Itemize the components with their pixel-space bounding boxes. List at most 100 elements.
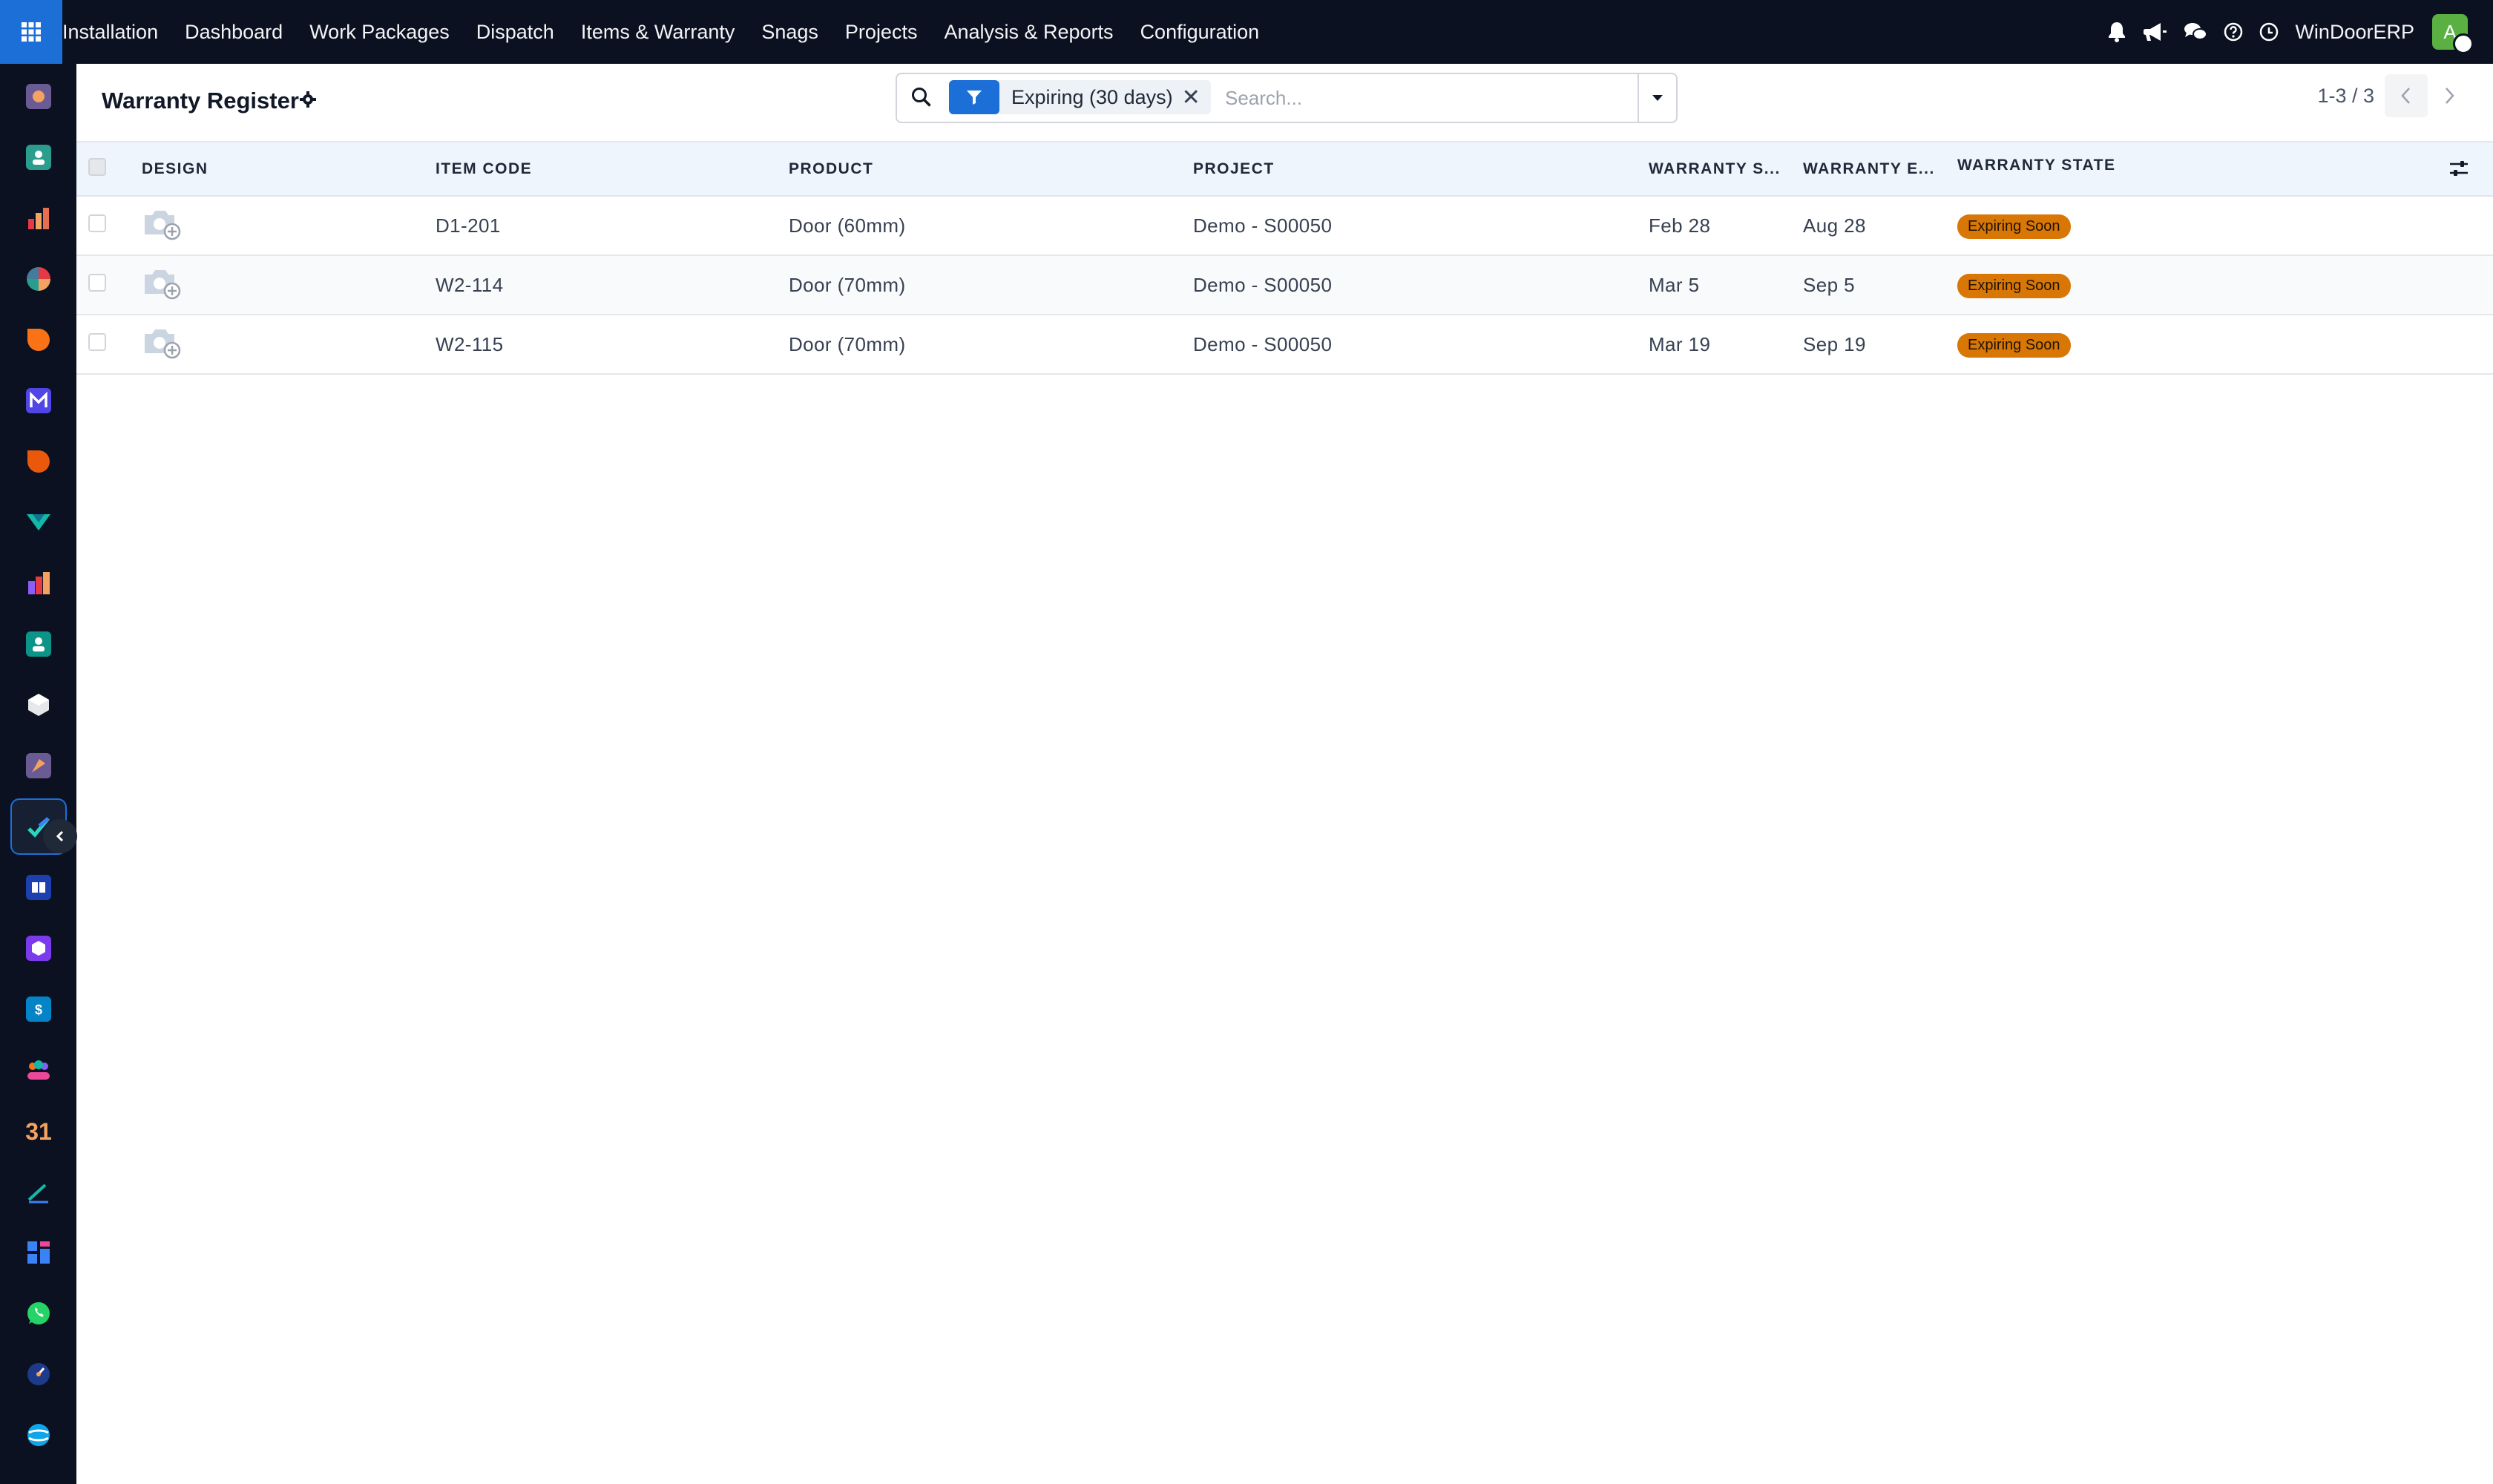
app-sidebar: $ 31 bbox=[0, 64, 77, 1484]
menu-dispatch[interactable]: Dispatch bbox=[476, 21, 554, 44]
column-header-warranty-start[interactable]: Warranty S... bbox=[1649, 142, 1803, 197]
row-select-cell bbox=[76, 315, 142, 375]
app-icon-6 bbox=[26, 388, 51, 413]
svg-text:$: $ bbox=[35, 1002, 42, 1017]
app-4[interactable] bbox=[10, 251, 67, 307]
row-select-cell bbox=[76, 196, 142, 256]
pager-previous-button[interactable] bbox=[2385, 74, 2428, 117]
app-3[interactable] bbox=[10, 190, 67, 246]
app-8[interactable] bbox=[10, 494, 67, 551]
app-9[interactable] bbox=[10, 555, 67, 611]
app-2[interactable] bbox=[10, 129, 67, 186]
warranty-start-cell: Mar 5 bbox=[1649, 255, 1803, 315]
menu-installation[interactable]: Installation bbox=[62, 21, 158, 44]
menu-configuration[interactable]: Configuration bbox=[1140, 21, 1260, 44]
view-settings-button[interactable] bbox=[299, 91, 317, 112]
search-input[interactable] bbox=[1223, 80, 1620, 116]
table-row[interactable]: D1-201 Door (60mm) Demo - S00050 Feb 28 … bbox=[76, 196, 2493, 256]
warranty-state-cell: Expiring Soon bbox=[1957, 196, 2493, 256]
status-badge: Expiring Soon bbox=[1957, 332, 2071, 358]
app-11[interactable] bbox=[10, 677, 67, 733]
sliders-icon bbox=[2450, 160, 2468, 176]
select-all-checkbox[interactable] bbox=[88, 157, 106, 176]
top-navbar: Installation Dashboard Work Packages Dis… bbox=[0, 0, 2493, 64]
chevron-right-icon bbox=[2446, 88, 2454, 104]
search-options-toggle[interactable] bbox=[1638, 74, 1676, 122]
app-21[interactable] bbox=[10, 1285, 67, 1342]
announcements-button[interactable] bbox=[2144, 22, 2167, 42]
menu-projects[interactable]: Projects bbox=[845, 21, 918, 44]
column-header-item-code[interactable]: Item Code bbox=[436, 142, 789, 197]
app-18[interactable]: 31 bbox=[10, 1103, 67, 1159]
whatsapp-icon bbox=[27, 1302, 50, 1324]
sidebar-collapse-button[interactable] bbox=[43, 819, 77, 853]
column-header-warranty-end[interactable]: Warranty E... bbox=[1803, 142, 1957, 197]
warranty-start-cell: Mar 19 bbox=[1649, 315, 1803, 375]
design-cell[interactable] bbox=[142, 315, 436, 375]
table-row[interactable]: W2-114 Door (70mm) Demo - S00050 Mar 5 S… bbox=[76, 255, 2493, 315]
project-cell: Demo - S00050 bbox=[1193, 196, 1649, 256]
menu-dashboard[interactable]: Dashboard bbox=[185, 21, 283, 44]
column-header-warranty-state: Warranty State bbox=[1957, 142, 2493, 197]
camera-add-icon bbox=[145, 329, 181, 358]
help-icon bbox=[2224, 22, 2243, 42]
app-14[interactable] bbox=[10, 859, 67, 916]
app-icon-19 bbox=[27, 1183, 48, 1204]
systray: WinDoorERP A bbox=[2106, 0, 2493, 64]
help-button[interactable] bbox=[2224, 22, 2243, 42]
app-6[interactable] bbox=[10, 372, 67, 429]
app-19[interactable] bbox=[10, 1163, 67, 1220]
app-1[interactable] bbox=[10, 68, 67, 125]
page-title: Warranty Register bbox=[102, 88, 299, 114]
row-checkbox[interactable] bbox=[88, 214, 106, 232]
app-7[interactable] bbox=[10, 433, 67, 490]
messages-button[interactable] bbox=[2184, 22, 2208, 42]
row-checkbox[interactable] bbox=[88, 273, 106, 292]
warranty-state-cell: Expiring Soon bbox=[1957, 315, 2493, 375]
column-header-product[interactable]: Product bbox=[789, 142, 1193, 197]
column-header-project[interactable]: Project bbox=[1193, 142, 1649, 197]
notifications-button[interactable] bbox=[2106, 21, 2127, 43]
remove-facet-button[interactable]: ✕ bbox=[1182, 85, 1211, 111]
row-checkbox[interactable] bbox=[88, 332, 106, 351]
company-name[interactable]: WinDoorERP bbox=[2295, 21, 2414, 44]
app-16[interactable]: $ bbox=[10, 981, 67, 1037]
pager-next-button[interactable] bbox=[2428, 74, 2471, 117]
filter-facet-label: Expiring (30 days) bbox=[1011, 85, 1173, 108]
app-5[interactable] bbox=[10, 312, 67, 368]
optional-columns-button[interactable] bbox=[2448, 160, 2469, 182]
table-row[interactable]: W2-115 Door (70mm) Demo - S00050 Mar 19 … bbox=[76, 315, 2493, 375]
user-avatar[interactable]: A bbox=[2432, 14, 2474, 54]
product-cell: Door (70mm) bbox=[789, 315, 1193, 375]
menu-analysis-reports[interactable]: Analysis & Reports bbox=[944, 21, 1113, 44]
search-button[interactable] bbox=[910, 86, 933, 112]
activity-button[interactable] bbox=[2259, 22, 2279, 42]
app-15[interactable] bbox=[10, 920, 67, 976]
main-menu: Installation Dashboard Work Packages Dis… bbox=[62, 0, 1286, 64]
menu-snags[interactable]: Snags bbox=[761, 21, 818, 44]
app-12[interactable] bbox=[10, 738, 67, 794]
app-menu-button[interactable] bbox=[0, 0, 62, 64]
app-20[interactable] bbox=[10, 1224, 67, 1281]
app-22[interactable] bbox=[10, 1346, 67, 1402]
menu-items-warranty[interactable]: Items & Warranty bbox=[581, 21, 735, 44]
design-cell[interactable] bbox=[142, 255, 436, 315]
menu-work-packages[interactable]: Work Packages bbox=[309, 21, 450, 44]
project-cell: Demo - S00050 bbox=[1193, 315, 1649, 375]
pager-value[interactable]: 1-3 / 3 bbox=[2317, 85, 2374, 108]
app-icon-20 bbox=[27, 1241, 50, 1264]
app-17[interactable] bbox=[10, 1042, 67, 1098]
warranty-state-label[interactable]: Warranty State bbox=[1957, 157, 2116, 174]
presence-indicator bbox=[2453, 33, 2474, 54]
column-header-design[interactable]: Design bbox=[142, 142, 436, 197]
list-view: Design Item Code Product Project Warrant… bbox=[76, 142, 2493, 375]
app-icon-2 bbox=[26, 145, 51, 170]
app-icon-12 bbox=[26, 753, 51, 778]
chevron-left-icon bbox=[2401, 88, 2410, 104]
design-cell[interactable] bbox=[142, 196, 436, 256]
app-23[interactable] bbox=[10, 1407, 67, 1463]
table-header-row: Design Item Code Product Project Warrant… bbox=[76, 142, 2493, 197]
app-10[interactable] bbox=[10, 616, 67, 672]
search-icon bbox=[912, 88, 931, 107]
clock-icon bbox=[2260, 22, 2279, 42]
